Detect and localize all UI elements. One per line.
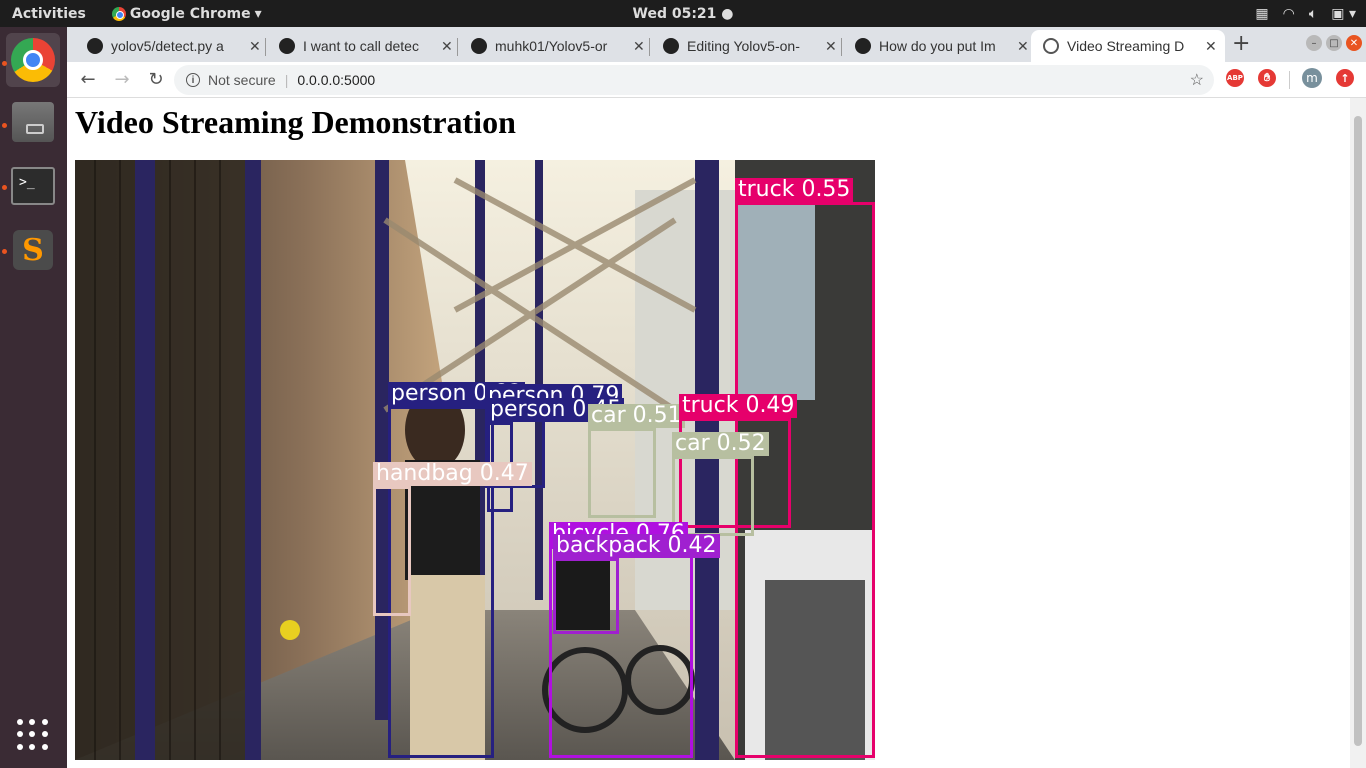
github-icon (855, 38, 871, 54)
address-bar[interactable]: i Not secure | 0.0.0.0:5000 ☆ (174, 65, 1214, 95)
detection-label: car 0.51 (588, 404, 685, 428)
system-tray[interactable]: ▦ ◠ 🔈︎ ▣ ▾ (1255, 6, 1356, 22)
close-icon[interactable]: ✕ (1017, 38, 1029, 55)
detection-box (553, 558, 619, 634)
detection-label: backpack 0.42 (553, 534, 720, 558)
close-icon[interactable]: ✕ (825, 38, 837, 55)
running-indicator (2, 185, 7, 190)
running-indicator (2, 61, 7, 66)
update-icon[interactable]: ↑ (1336, 69, 1354, 87)
dock-terminal[interactable]: >_ (2, 159, 60, 213)
close-icon[interactable]: ✕ (633, 38, 645, 55)
forward-button[interactable]: → (109, 69, 135, 90)
maximize-button[interactable]: □ (1326, 35, 1342, 51)
security-label[interactable]: Not secure (208, 72, 276, 88)
tab-title: muhk01/Yolov5-or (495, 38, 608, 54)
tab-strip: yolov5/detect.py a ✕ I want to call dete… (67, 27, 1366, 62)
github-icon (87, 38, 103, 54)
dock-chrome[interactable] (2, 33, 60, 87)
sublime-text-icon: S (13, 230, 53, 270)
clock[interactable]: Wed 05:21 ● (633, 6, 734, 22)
tab-3[interactable]: Editing Yolov5-on- ✕ (651, 30, 845, 62)
power-icon[interactable]: ▣ ▾ (1331, 6, 1356, 22)
bookmark-star-icon[interactable]: ☆ (1190, 70, 1204, 90)
info-icon[interactable]: i (186, 73, 200, 87)
stop-extension-icon[interactable]: ✋︎ (1258, 69, 1276, 87)
chevron-down-icon: ▾ (254, 5, 262, 22)
back-button[interactable]: ← (75, 69, 101, 90)
minimize-button[interactable]: – (1306, 35, 1322, 51)
dock: >_ S (0, 27, 67, 768)
tab-title: Editing Yolov5-on- (687, 38, 800, 54)
github-icon (471, 38, 487, 54)
vertical-scrollbar[interactable] (1350, 98, 1366, 768)
tab-title: I want to call detec (303, 38, 419, 54)
tab-4[interactable]: How do you put Im ✕ (843, 30, 1037, 62)
detection-label: truck 0.49 (679, 394, 798, 418)
files-icon (12, 102, 54, 142)
detection-label: car 0.52 (672, 432, 769, 456)
close-icon[interactable]: ✕ (441, 38, 453, 55)
app-menu[interactable]: Google Chrome ▾ (111, 5, 262, 22)
browser-window: yolov5/detect.py a ✕ I want to call dete… (67, 27, 1366, 768)
github-icon (663, 38, 679, 54)
page-title: Video Streaming Demonstration (75, 104, 516, 140)
chrome-icon (111, 6, 126, 21)
volume-icon[interactable]: 🔈︎ (1309, 6, 1317, 22)
wifi-icon[interactable]: ◠ (1283, 6, 1295, 22)
system-top-bar: Activities Google Chrome ▾ Wed 05:21 ● ▦… (0, 0, 1366, 27)
tab-5-active[interactable]: Video Streaming D ✕ (1031, 30, 1225, 62)
chrome-icon (11, 38, 55, 82)
browser-toolbar: ← → ↻ i Not secure | 0.0.0.0:5000 ☆ ABP … (67, 62, 1366, 98)
terminal-icon: >_ (11, 167, 55, 205)
close-icon[interactable]: ✕ (1205, 38, 1217, 55)
tab-title: How do you put Im (879, 38, 996, 54)
new-tab-button[interactable]: + (1232, 31, 1250, 56)
keyboard-icon[interactable]: ▦ (1255, 6, 1268, 22)
dock-files[interactable] (2, 95, 60, 149)
dock-sublime[interactable]: S (2, 223, 60, 277)
scrollbar-thumb[interactable] (1354, 116, 1362, 746)
github-icon (279, 38, 295, 54)
page-content: Video Streaming Demonstration truck 0.55… (67, 98, 1350, 768)
tab-2[interactable]: muhk01/Yolov5-or ✕ (459, 30, 653, 62)
tab-title: yolov5/detect.py a (111, 38, 224, 54)
detection-box (373, 486, 411, 616)
tab-title: Video Streaming D (1067, 38, 1185, 54)
running-indicator (2, 249, 7, 254)
app-menu-label: Google Chrome (129, 5, 251, 22)
detection-label: truck 0.55 (735, 178, 854, 202)
window-controls: – □ ✕ (1306, 35, 1362, 51)
reload-button[interactable]: ↻ (143, 69, 169, 90)
detection-box (588, 428, 656, 518)
adblock-extension-icon[interactable]: ABP (1226, 69, 1244, 87)
tab-0[interactable]: yolov5/detect.py a ✕ (75, 30, 269, 62)
detection-label: handbag 0.47 (373, 462, 532, 486)
running-indicator (2, 123, 7, 128)
profile-avatar[interactable]: m (1302, 68, 1322, 88)
close-window-button[interactable]: ✕ (1346, 35, 1362, 51)
show-applications-icon[interactable] (17, 719, 49, 751)
activities-button[interactable]: Activities (12, 6, 86, 22)
video-stream: truck 0.55 person 0.82 person 0.79 person 0… (75, 160, 875, 760)
close-icon[interactable]: ✕ (249, 38, 261, 55)
globe-icon (1043, 38, 1059, 54)
tab-1[interactable]: I want to call detec ✕ (267, 30, 461, 62)
url-text[interactable]: 0.0.0.0:5000 (297, 72, 375, 88)
